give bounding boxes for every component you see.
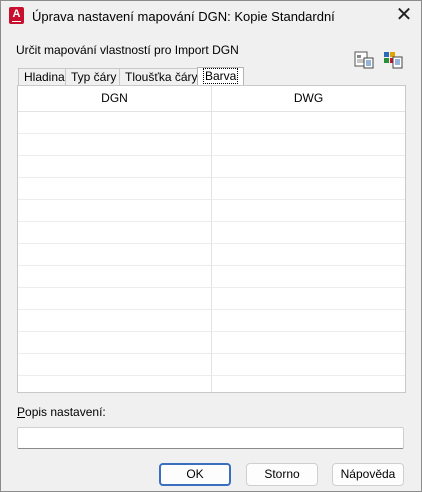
table-row[interactable] <box>18 310 405 332</box>
table-row[interactable] <box>18 354 405 376</box>
table-row[interactable] <box>18 156 405 178</box>
dialog-title: Úprava nastavení mapování DGN: Kopie Sta… <box>32 9 335 24</box>
color-mapping-icon <box>384 52 403 69</box>
ok-button[interactable]: OK <box>159 463 231 486</box>
tab-typ-cary[interactable]: Typ čáry <box>65 68 123 85</box>
tab-label: Barva <box>203 68 239 84</box>
tab-label: Typ čáry <box>71 70 117 84</box>
column-header-dwg[interactable]: DWG <box>212 86 405 111</box>
tab-tloustka-cary[interactable]: Tloušťka čáry <box>119 68 204 85</box>
table-row[interactable] <box>18 288 405 310</box>
tab-label: Hladina <box>24 70 65 84</box>
help-button[interactable]: Nápověda <box>332 463 404 486</box>
table-row[interactable] <box>18 112 405 134</box>
dialog-window: A Úprava nastavení mapování DGN: Kopie S… <box>0 0 422 492</box>
title-bar[interactable]: A Úprava nastavení mapování DGN: Kopie S… <box>1 1 421 32</box>
tab-hladina[interactable]: Hladina <box>18 68 71 85</box>
color-mapping-button[interactable] <box>383 51 403 69</box>
table-row[interactable] <box>18 244 405 266</box>
table-row[interactable] <box>18 222 405 244</box>
autocad-icon: A <box>9 7 24 24</box>
table-row[interactable] <box>18 134 405 156</box>
description-label: Popis nastavení: <box>17 405 106 419</box>
description-input[interactable] <box>17 427 404 449</box>
close-icon[interactable]: ✕ <box>387 1 421 32</box>
tab-label: Tloušťka čáry <box>125 70 198 84</box>
table-row[interactable] <box>18 178 405 200</box>
import-mapping-button[interactable] <box>354 51 374 69</box>
import-mapping-icon <box>354 51 374 69</box>
table-row[interactable] <box>18 332 405 354</box>
column-header-dgn[interactable]: DGN <box>18 86 211 111</box>
description-label-text: opis nastavení: <box>25 405 106 419</box>
cancel-button[interactable]: Storno <box>246 463 318 486</box>
section-label: Určit mapování vlastností pro Import DGN <box>16 43 239 57</box>
table-row[interactable] <box>18 266 405 288</box>
accesskey-letter: P <box>17 405 26 419</box>
tab-barva[interactable]: Barva <box>197 67 245 86</box>
mapping-table[interactable]: DGN DWG <box>17 85 406 393</box>
table-row[interactable] <box>18 200 405 222</box>
